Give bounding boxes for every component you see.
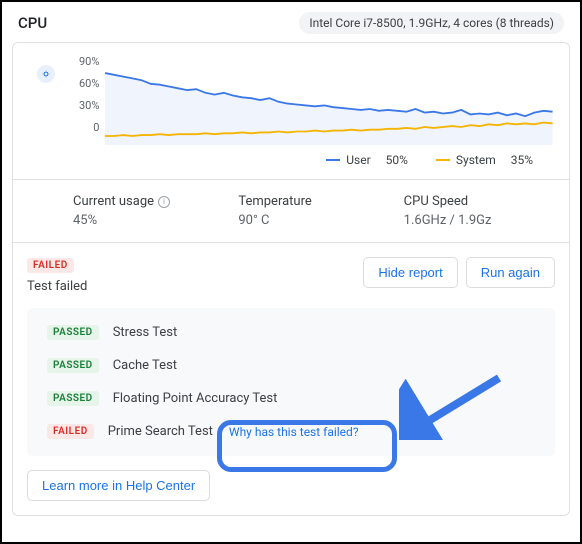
help-center-button[interactable]: Learn more in Help Center <box>27 470 210 501</box>
why-failed-link[interactable]: Why has this test failed? <box>229 425 359 439</box>
overall-status-badge: FAILED <box>27 258 74 273</box>
run-again-button[interactable]: Run again <box>466 257 555 288</box>
chart-legend: User 50% System 35% <box>29 145 553 171</box>
info-icon[interactable]: i <box>158 196 170 208</box>
overall-status-text: Test failed <box>27 279 87 294</box>
report-section: FAILED Test failed Hide report Run again… <box>13 242 569 515</box>
status-badge: FAILED <box>47 424 94 439</box>
page-title: CPU <box>18 14 47 32</box>
legend-user: User 50% <box>326 153 408 167</box>
test-row: PASSED Floating Point Accuracy Test <box>27 382 555 415</box>
cpu-icon <box>37 65 55 83</box>
header: CPU Intel Core i7-8500, 1.9GHz, 4 cores … <box>12 12 570 42</box>
cpu-card: 90% 60% 30% 0 User 50% System 35% Curren <box>12 42 570 516</box>
test-row: PASSED Stress Test <box>27 316 555 349</box>
chart-section: 90% 60% 30% 0 User 50% System 35% <box>13 43 569 179</box>
stat-current-usage: Current usage i 45% <box>73 194 238 228</box>
stat-temperature: Temperature 90° C <box>238 194 403 228</box>
cpu-model-chip: Intel Core i7-8500, 1.9GHz, 4 cores (8 t… <box>299 12 564 34</box>
tests-list: PASSED Stress Test PASSED Cache Test PAS… <box>27 308 555 456</box>
status-badge: PASSED <box>47 391 99 406</box>
status-badge: PASSED <box>47 358 99 373</box>
hide-report-button[interactable]: Hide report <box>363 257 457 288</box>
test-row: FAILED Prime Search Test Why has this te… <box>27 415 555 448</box>
chart-y-axis: 90% 60% 30% 0 <box>79 55 105 145</box>
stats-row: Current usage i 45% Temperature 90° C CP… <box>13 179 569 242</box>
legend-system: System 35% <box>436 153 533 167</box>
stat-cpu-speed: CPU Speed 1.6GHz / 1.9Gz <box>404 194 569 228</box>
status-badge: PASSED <box>47 325 99 340</box>
usage-chart <box>105 55 553 145</box>
test-row: PASSED Cache Test <box>27 349 555 382</box>
